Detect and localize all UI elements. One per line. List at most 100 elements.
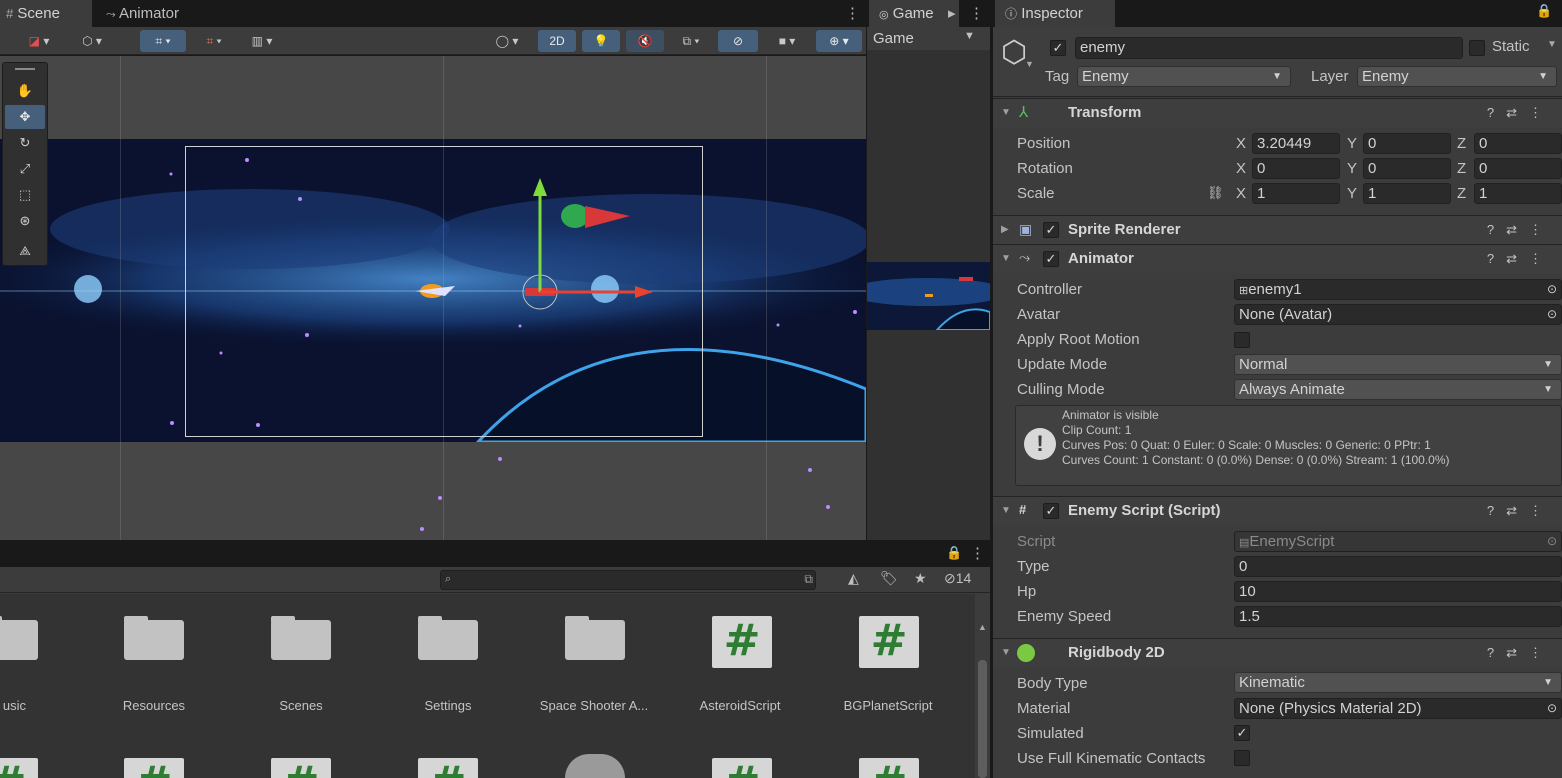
play-icon[interactable]: ▸: [948, 0, 956, 27]
culling-mode-dropdown[interactable]: Always Animate ▼: [1234, 379, 1562, 400]
folder-icon[interactable]: [0, 616, 38, 660]
rotation-y-input[interactable]: 0: [1363, 158, 1451, 179]
project-search-input[interactable]: ⌕ ⧉: [440, 570, 816, 590]
script-icon[interactable]: #: [0, 758, 38, 778]
transform-tool[interactable]: ⊛: [5, 209, 45, 233]
scene-menu-icon[interactable]: ⋮: [845, 0, 860, 27]
scale-y-input[interactable]: 1: [1363, 183, 1451, 204]
body-type-dropdown[interactable]: Kinematic ▼: [1234, 672, 1562, 693]
script-icon[interactable]: #: [418, 758, 478, 778]
rotate-tool[interactable]: ↻: [5, 131, 45, 155]
lock-icon[interactable]: 🔒: [1536, 3, 1552, 19]
script-icon[interactable]: #: [712, 758, 772, 778]
scene-viewport[interactable]: ✋ ✥ ↻ ⤢ ⬚ ⊛ ⟁: [0, 56, 866, 540]
lock-icon[interactable]: 🔒: [946, 545, 962, 561]
component-actions[interactable]: ?⇄⋮: [1487, 503, 1554, 519]
asset-label[interactable]: usic: [0, 698, 26, 713]
scene-visibility-toggle[interactable]: ⊘: [718, 30, 758, 52]
component-actions[interactable]: ?⇄⋮: [1487, 105, 1554, 121]
foldout-expanded-icon[interactable]: ▼: [1001, 647, 1011, 658]
position-z-input[interactable]: 0: [1474, 133, 1562, 154]
hand-tool[interactable]: ✋: [5, 79, 45, 103]
object-name-input[interactable]: enemy: [1075, 37, 1463, 59]
project-menu-icon[interactable]: ⋮: [970, 544, 985, 562]
foldout-expanded-icon[interactable]: ▼: [1001, 107, 1011, 118]
animator-enabled-checkbox[interactable]: ✓: [1043, 251, 1059, 267]
simulated-checkbox[interactable]: ✓: [1234, 725, 1250, 741]
static-checkbox[interactable]: [1469, 40, 1485, 56]
move-tool[interactable]: ✥: [5, 105, 45, 129]
sprite-renderer-enabled-checkbox[interactable]: ✓: [1043, 222, 1059, 238]
foldout-expanded-icon[interactable]: ▼: [1001, 505, 1011, 516]
component-actions[interactable]: ?⇄⋮: [1487, 251, 1554, 267]
toggle-2d-button[interactable]: 2D: [538, 30, 576, 52]
object-picker-icon[interactable]: ⊙: [1547, 699, 1557, 718]
apply-root-motion-checkbox[interactable]: [1234, 332, 1250, 348]
asset-label[interactable]: Settings: [378, 698, 518, 713]
rect-tool[interactable]: ⬚: [5, 183, 45, 207]
transform-header[interactable]: ▼ ⅄ Transform ?⇄⋮: [993, 98, 1562, 127]
scale-z-input[interactable]: 1: [1474, 183, 1562, 204]
foldout-expanded-icon[interactable]: ▼: [1001, 253, 1011, 264]
folder-icon[interactable]: [271, 616, 331, 660]
shading-dropdown[interactable]: ◯ ▾: [484, 30, 530, 52]
lighting-toggle[interactable]: 💡: [582, 30, 620, 52]
animator-header[interactable]: ▼ ⤳ ✓ Animator ?⇄⋮: [993, 244, 1562, 273]
scroll-thumb[interactable]: [978, 660, 987, 778]
scale-x-input[interactable]: 1: [1252, 183, 1340, 204]
folder-icon[interactable]: [565, 616, 625, 660]
rigidbody2d-header[interactable]: ▼ Rigidbody 2D ?⇄⋮: [993, 638, 1562, 667]
static-dropdown-icon[interactable]: ▼: [1547, 39, 1557, 50]
active-checkbox[interactable]: ✓: [1050, 40, 1066, 56]
script-icon[interactable]: #: [712, 616, 772, 668]
custom-tool[interactable]: ⟁: [5, 239, 45, 263]
foldout-collapsed-icon[interactable]: ▶: [1001, 224, 1009, 235]
enemy-script-header[interactable]: ▼ # ✓ Enemy Script (Script) ?⇄⋮: [993, 496, 1562, 525]
increment-snap-dropdown[interactable]: ⌗ ▾: [192, 30, 236, 52]
kinematic-contacts-checkbox[interactable]: [1234, 750, 1250, 766]
tab-animator[interactable]: ⤳ Animator: [100, 0, 189, 27]
ruler-dropdown[interactable]: ▥ ▾: [240, 30, 284, 52]
update-mode-dropdown[interactable]: Normal ▼: [1234, 354, 1562, 375]
tab-game[interactable]: ◎ Game: [869, 0, 959, 27]
effects-dropdown[interactable]: ⧉ ▾: [668, 30, 714, 52]
scale-tool[interactable]: ⤢: [5, 157, 45, 181]
material-field[interactable]: None (Physics Material 2D) ⊙: [1234, 698, 1562, 719]
hidden-packages-toggle[interactable]: ⊘14: [944, 570, 971, 587]
audio-toggle[interactable]: 🔇: [626, 30, 664, 52]
gizmos-dropdown[interactable]: ⊕ ▾: [816, 30, 862, 52]
enemy-script-enabled-checkbox[interactable]: ✓: [1043, 503, 1059, 519]
tab-scene[interactable]: # Scene: [0, 0, 92, 27]
type-input[interactable]: 0: [1234, 556, 1562, 577]
tag-dropdown[interactable]: Enemy ▼: [1077, 66, 1291, 87]
camera-dropdown[interactable]: ■ ▾: [762, 30, 812, 52]
position-x-input[interactable]: 3.20449: [1252, 133, 1340, 154]
game-menu-icon[interactable]: ⋮: [969, 0, 984, 27]
asset-scrollbar[interactable]: ▲: [975, 620, 990, 778]
render-mode-dropdown[interactable]: ⬡ ▾: [70, 30, 114, 52]
component-actions[interactable]: ?⇄⋮: [1487, 645, 1554, 661]
settings-asset-icon[interactable]: [565, 754, 625, 778]
grid-snap-dropdown[interactable]: ⌗ ▾: [140, 30, 186, 52]
asset-label[interactable]: Resources: [84, 698, 224, 713]
filter-type-icon[interactable]: ◭: [848, 570, 859, 587]
position-y-input[interactable]: 0: [1363, 133, 1451, 154]
script-icon[interactable]: #: [859, 758, 919, 778]
label-icon[interactable]: 🏷: [880, 570, 898, 587]
sprite-renderer-header[interactable]: ▶ ▣ ✓ Sprite Renderer ?⇄⋮: [993, 215, 1562, 244]
avatar-field[interactable]: None (Avatar) ⊙: [1234, 304, 1562, 325]
object-picker-icon[interactable]: ⊙: [1547, 305, 1557, 324]
chevron-down-icon[interactable]: ▼: [1025, 59, 1034, 69]
layer-dropdown[interactable]: Enemy ▼: [1357, 66, 1557, 87]
asset-label[interactable]: Scenes: [231, 698, 371, 713]
rotation-z-input[interactable]: 0: [1474, 158, 1562, 179]
asset-label[interactable]: BGPlanetScript: [818, 698, 958, 713]
folder-icon[interactable]: [124, 616, 184, 660]
star-icon[interactable]: ★: [914, 570, 927, 587]
drag-handle[interactable]: [15, 68, 35, 70]
game-display-dropdown[interactable]: Game ▼: [867, 27, 990, 50]
folder-icon[interactable]: [418, 616, 478, 660]
unlink-scale-icon[interactable]: ⛓: [1207, 185, 1224, 201]
asset-label[interactable]: AsteroidScript: [670, 698, 810, 713]
gameobject-cube-icon[interactable]: ⬡: [1001, 35, 1027, 70]
